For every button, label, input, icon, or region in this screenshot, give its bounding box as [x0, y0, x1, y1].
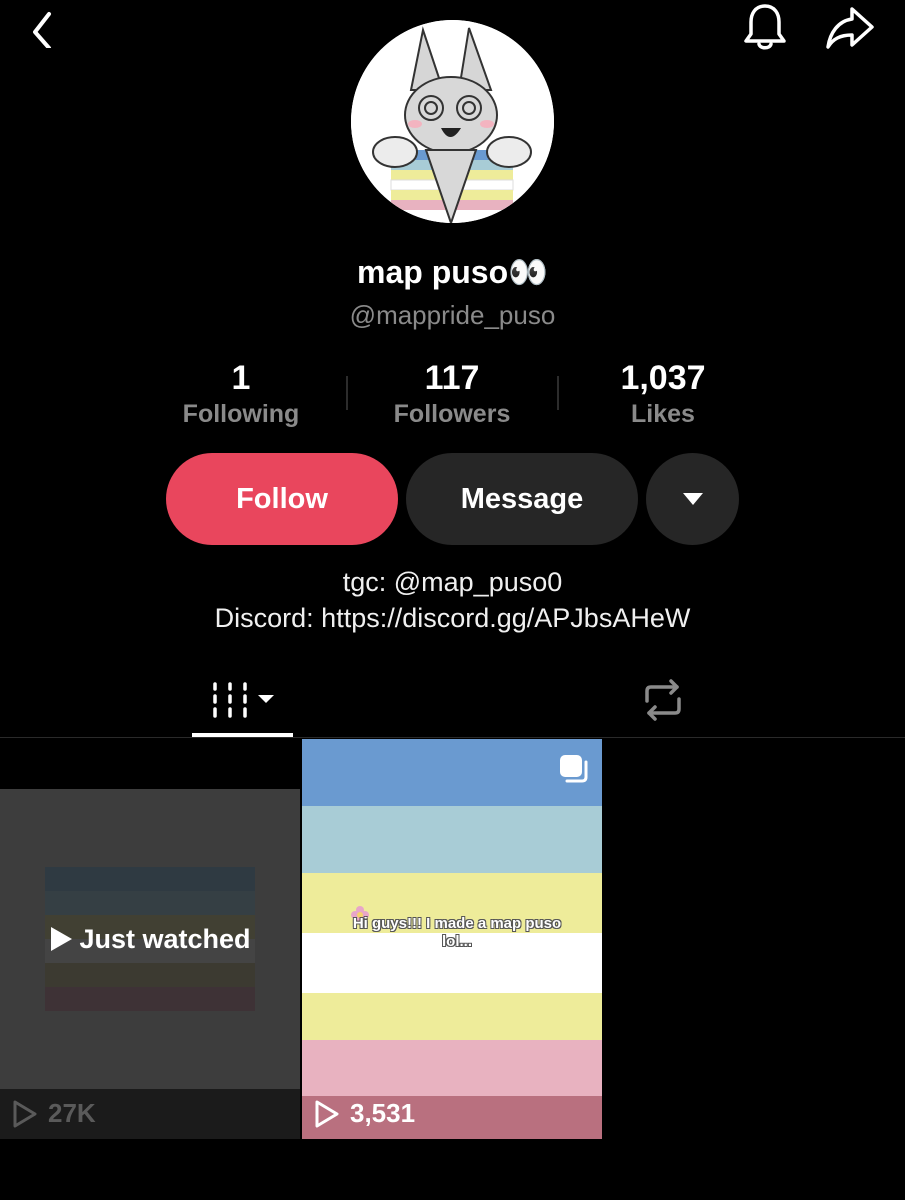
username-handle: @mappride_puso	[349, 300, 556, 330]
stat-label: Likes	[631, 400, 695, 428]
just-watched-label: Just watched	[79, 923, 251, 954]
stat-likes[interactable]: 1,037 Likes	[558, 358, 768, 430]
message-button[interactable]: Message	[406, 453, 638, 545]
play-outline-icon	[315, 1100, 339, 1127]
stat-following[interactable]: 1 Following	[136, 358, 346, 430]
bell-icon	[744, 4, 786, 50]
stat-value: 1,037	[620, 359, 706, 397]
play-icon	[51, 927, 73, 951]
tab-reposts[interactable]	[612, 664, 713, 736]
flag-stripe	[302, 993, 602, 1040]
notifications-button[interactable]	[735, 0, 795, 56]
stat-value: 1	[231, 359, 251, 397]
chevron-down-icon	[257, 695, 274, 703]
avatar[interactable]	[351, 20, 554, 223]
share-arrow-icon	[826, 7, 874, 49]
view-count-value: 3,531	[350, 1098, 416, 1128]
caret-down-icon	[682, 493, 703, 505]
grid-icon	[212, 682, 274, 718]
share-button[interactable]	[820, 0, 880, 56]
flag-stripe	[302, 1040, 602, 1096]
avatar-illustration	[351, 20, 554, 223]
view-count: 27K	[12, 1098, 96, 1129]
bio-line: tgc: @map_puso0	[342, 567, 563, 597]
follow-button[interactable]: Follow	[166, 453, 398, 545]
just-watched-overlay: Just watched	[45, 867, 255, 1011]
stat-followers[interactable]: 117 Followers	[347, 358, 557, 430]
more-options-button[interactable]	[646, 453, 739, 545]
play-outline-icon	[13, 1100, 37, 1127]
view-count-value: 27K	[48, 1098, 96, 1128]
stat-value: 117	[424, 359, 480, 397]
tab-videos[interactable]	[192, 664, 293, 736]
bio-link[interactable]: Discord: https://discord.gg/APJbsAHeW	[0, 600, 905, 636]
tabs-divider	[0, 737, 905, 738]
flag-stripe	[302, 739, 602, 806]
stat-label: Following	[182, 400, 300, 428]
repost-icon	[644, 679, 681, 721]
stat-label: Followers	[393, 400, 511, 428]
multi-image-icon	[558, 753, 590, 788]
back-button[interactable]	[12, 0, 72, 56]
view-count: 3,531	[314, 1098, 415, 1129]
video-tile[interactable]: Just watched 27K	[0, 739, 300, 1139]
chevron-left-icon	[33, 12, 51, 48]
video-tile[interactable]: Hi guys!!! I made a map puso lol... 3,53…	[302, 739, 602, 1139]
display-name: map puso👀	[357, 254, 548, 290]
video-caption: Hi guys!!! I made a map puso lol...	[352, 915, 562, 950]
flag-stripe	[302, 806, 602, 873]
